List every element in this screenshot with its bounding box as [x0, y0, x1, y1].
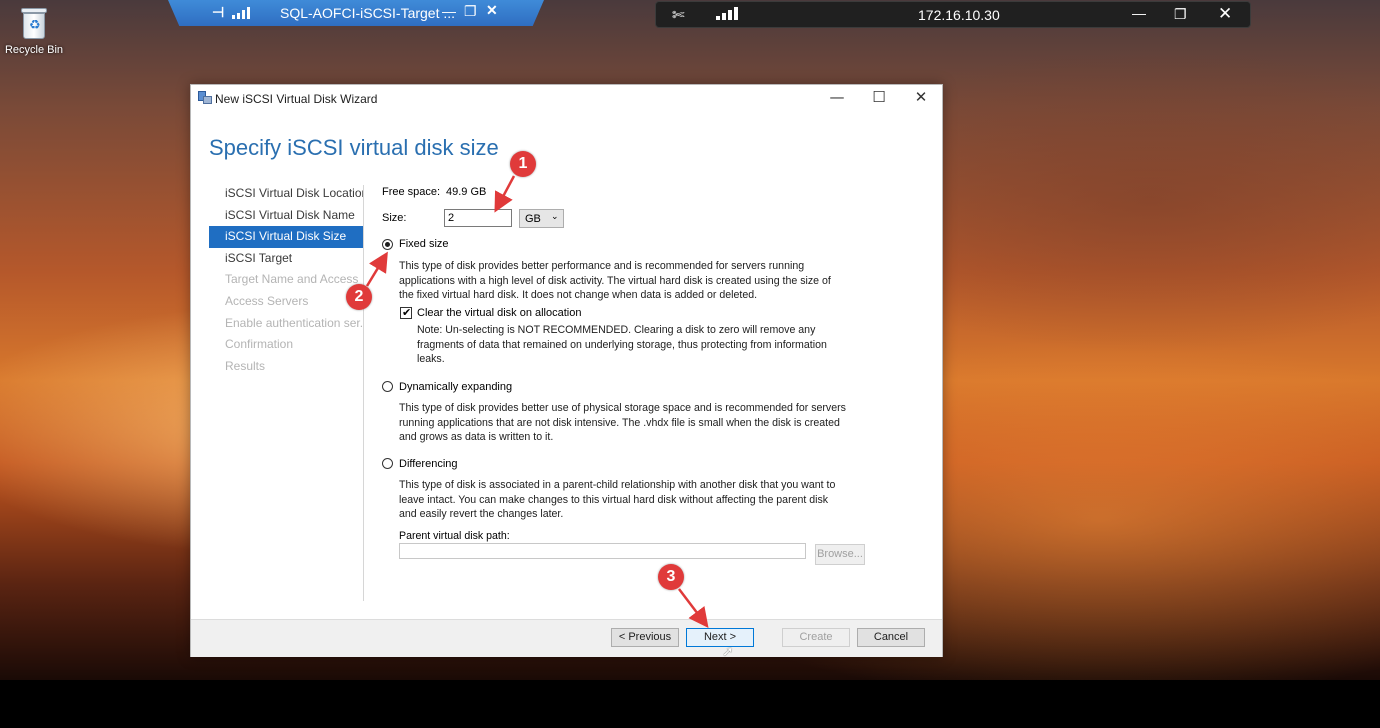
nav-divider [363, 185, 364, 601]
window-minimize-button[interactable]: — [817, 88, 857, 108]
window-titlebar[interactable]: New iSCSI Virtual Disk Wizard — ☐ ✕ [191, 85, 942, 111]
clear-disk-label[interactable]: Clear the virtual disk on allocation [417, 307, 581, 319]
recycle-bin-label: Recycle Bin [4, 44, 64, 56]
differencing-description: This type of disk is associated in a par… [399, 479, 836, 520]
nav-item-confirmation: Confirmation [225, 337, 294, 352]
annotation-marker-1: 1 [510, 151, 536, 177]
nav-item-iscsi-target[interactable]: iSCSI Target [209, 248, 363, 270]
cancel-button[interactable]: Cancel [857, 628, 925, 647]
rdp-close-button[interactable]: ✕ [486, 2, 498, 19]
rdp-restore-button[interactable]: ❐ [464, 3, 477, 20]
nav-item-access-servers: Access Servers [225, 293, 309, 308]
differencing-label[interactable]: Differencing [399, 458, 458, 470]
dynamic-expanding-label[interactable]: Dynamically expanding [399, 381, 512, 393]
free-space-value: 49.9 GB [446, 186, 487, 198]
size-input[interactable] [444, 209, 512, 227]
signal-strength-icon[interactable] [232, 7, 250, 19]
window-maximize-button[interactable]: ☐ [859, 88, 899, 108]
annotation-marker-2: 2 [346, 284, 372, 310]
nav-item-disk-name[interactable]: iSCSI Virtual Disk Name [209, 205, 363, 227]
connection-minimize-button[interactable]: — [1132, 5, 1146, 21]
previous-button[interactable]: < Previous [611, 628, 679, 647]
wizard-nav: iSCSI Virtual Disk Location iSCSI Virtua… [209, 183, 363, 377]
chevron-down-icon: ⌄ [551, 212, 559, 222]
remote-connection-bar: ✄ 172.16.10.30 — ❐ ✕ [655, 1, 1251, 28]
rdp-session-title: SQL-AOFCI-iSCSI-Target ... [280, 5, 456, 21]
nav-item-results: Results [225, 358, 266, 373]
fixed-size-description: This type of disk provides better perfor… [399, 260, 831, 301]
dynamic-expanding-radio[interactable] [382, 381, 393, 392]
nav-item-enable-authentication: Enable authentication ser... [225, 315, 363, 330]
recycle-bin-shortcut[interactable]: Recycle Bin [4, 6, 64, 56]
window-close-button[interactable]: ✕ [901, 88, 941, 108]
bottom-black-bar [0, 680, 1380, 728]
create-button[interactable]: Create [782, 628, 850, 647]
connection-restore-button[interactable]: ❐ [1174, 6, 1187, 23]
checkmark-icon: ✔ [402, 306, 412, 319]
nav-item-disk-size[interactable]: iSCSI Virtual Disk Size [209, 226, 363, 248]
browse-button[interactable]: Browse... [815, 544, 865, 565]
fixed-size-radio[interactable] [382, 239, 393, 250]
size-label: Size: [382, 212, 407, 224]
signal-strength-icon[interactable] [716, 7, 738, 20]
differencing-radio[interactable] [382, 458, 393, 469]
nav-item-disk-location[interactable]: iSCSI Virtual Disk Location [209, 183, 363, 205]
wizard-app-icon [198, 91, 212, 104]
connection-close-button[interactable]: ✕ [1218, 4, 1232, 24]
annotation-marker-3: 3 [658, 564, 684, 590]
size-unit-value: GB [525, 213, 541, 225]
next-button[interactable]: Next > [686, 628, 754, 647]
window-title: New iSCSI Virtual Disk Wizard [215, 92, 378, 106]
free-space-label: Free space: [382, 186, 441, 198]
page-title: Specify iSCSI virtual disk size [209, 135, 499, 160]
unpin-icon[interactable]: ✄ [672, 6, 685, 24]
clear-disk-note: Note: Un-selecting is NOT RECOMMENDED. C… [417, 324, 827, 365]
mouse-cursor-icon: ➚ [722, 644, 734, 660]
size-unit-select[interactable]: GB ⌄ [519, 209, 564, 228]
rdp-connection-bar: ⊣ SQL-AOFCI-iSCSI-Target ... — ❐ ✕ [168, 0, 544, 26]
recycle-bin-icon [20, 6, 48, 40]
wizard-window: New iSCSI Virtual Disk Wizard — ☐ ✕ Spec… [190, 84, 943, 657]
fixed-size-label[interactable]: Fixed size [399, 238, 449, 250]
dynamic-expanding-description: This type of disk provides better use of… [399, 402, 846, 443]
clear-disk-checkbox[interactable]: ✔ [400, 306, 412, 319]
parent-path-label: Parent virtual disk path: [399, 530, 510, 542]
pin-icon[interactable]: ⊣ [212, 4, 224, 21]
rdp-minimize-button[interactable]: — [442, 3, 456, 19]
parent-path-input[interactable] [399, 543, 806, 559]
nav-item-target-name-access: Target Name and Access [225, 272, 359, 287]
connection-ip-address: 172.16.10.30 [918, 7, 1000, 23]
